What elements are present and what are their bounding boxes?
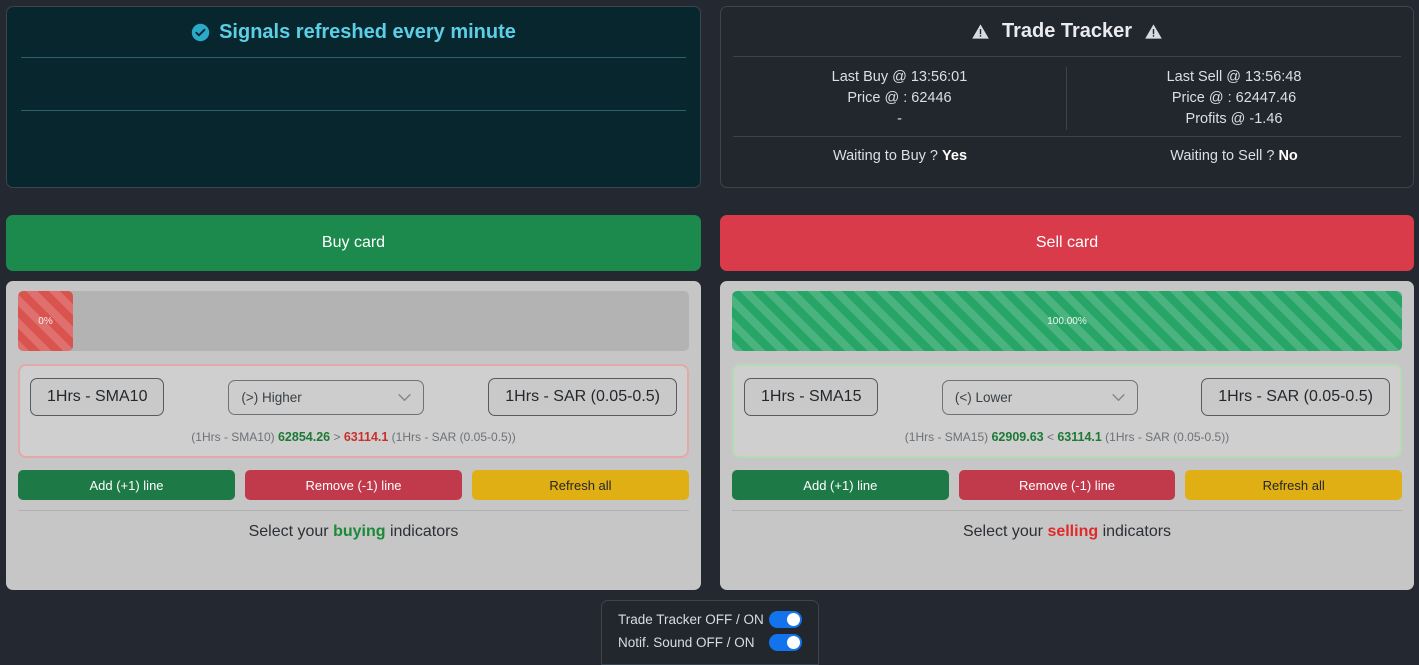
tracker-buy-price: Price @ : 62446 — [847, 90, 952, 106]
sell-panel-footer: Select your selling indicators — [732, 510, 1402, 541]
toggle-knob — [787, 613, 800, 626]
tracker-footer: Waiting to Buy ? Yes Waiting to Sell ? N… — [733, 137, 1401, 164]
buy-refresh-all-button[interactable]: Refresh all — [472, 470, 689, 500]
tracker-sell-profits: Profits @ -1.46 — [1185, 111, 1283, 127]
sell-footer-prefix: Select your — [962, 523, 1043, 540]
sell-value-left-name: (1Hrs - SMA15) — [904, 430, 989, 444]
sell-progress-label: 100.00% — [1047, 315, 1087, 327]
sell-card-panel: 100.00% 1Hrs - SMA15 (<) Lower 1Hrs - SA… — [720, 281, 1414, 590]
buy-value-right-name: (1Hrs - SAR (0.05-0.5)) — [391, 430, 516, 444]
signals-info-text: Signals refreshed every minute — [219, 21, 516, 43]
buy-card-panel: 0% 1Hrs - SMA10 (>) Higher 1Hrs - SAR (0… — [6, 281, 701, 590]
sell-indicator-values: (1Hrs - SMA15) 62909.63 < 63114.1 (1Hrs … — [744, 416, 1390, 450]
sell-comparator-value: (<) Lower — [954, 389, 1013, 405]
tracker-body: Last Buy @ 13:56:01 Price @ : 62446 - La… — [733, 57, 1401, 136]
waiting-to-buy-value: Yes — [942, 148, 968, 164]
buy-indicator-values: (1Hrs - SMA10) 62854.26 > 63114.1 (1Hrs … — [30, 416, 677, 450]
sell-add-line-button[interactable]: Add (+1) line — [732, 470, 949, 500]
buy-progress-fill: 0% — [18, 291, 74, 351]
sell-progress-track: 100.00% — [732, 291, 1402, 351]
buy-comparator-value: (>) Higher — [241, 389, 302, 405]
buy-progress-track: 0% — [18, 291, 689, 351]
notif-sound-toggle-row: Notif. Sound OFF / ON — [618, 634, 802, 651]
buy-comparator-select[interactable]: (>) Higher — [228, 379, 425, 415]
buy-indicator-right-button[interactable]: 1Hrs - SAR (0.05-0.5) — [488, 378, 677, 416]
buy-actions: Add (+1) line Remove (-1) line Refresh a… — [18, 470, 689, 500]
buy-value-left-name: (1Hrs - SMA10) — [191, 430, 275, 444]
waiting-to-buy: Waiting to Buy ? Yes — [733, 137, 1067, 164]
tracker-sell-column: Last Sell @ 13:56:48 Price @ : 62447.46 … — [1067, 67, 1401, 130]
buy-footer-suffix: indicators — [389, 523, 459, 540]
sell-progress-fill: 100.00% — [732, 291, 1402, 351]
trade-tracker-toggle[interactable] — [769, 611, 802, 628]
sell-actions: Add (+1) line Remove (-1) line Refresh a… — [732, 470, 1403, 500]
buy-column: Signals refreshed every minute Buy card … — [6, 6, 701, 590]
sell-card-banner[interactable]: Sell card — [720, 215, 1414, 271]
sell-value-right: 63114.1 — [1057, 430, 1102, 444]
buy-footer-highlight: buying — [333, 523, 386, 540]
warning-triangle-icon — [972, 24, 989, 39]
buy-value-operator: > — [333, 430, 341, 444]
sell-card-banner-label: Sell card — [1035, 234, 1099, 251]
sell-indicator-right-button[interactable]: 1Hrs - SAR (0.05-0.5) — [1201, 378, 1390, 416]
trade-tracker-title: Trade Tracker — [733, 7, 1401, 56]
info-slot-one — [19, 58, 688, 110]
trade-tracker-toggle-row: Trade Tracker OFF / ON — [618, 611, 802, 628]
sell-remove-line-button[interactable]: Remove (-1) line — [958, 470, 1176, 500]
tracker-last-sell: Last Sell @ 13:56:48 — [1166, 69, 1302, 85]
sell-value-left: 62909.63 — [991, 430, 1044, 444]
waiting-to-buy-label: Waiting to Buy ? — [832, 148, 938, 164]
buy-indicator-left-button[interactable]: 1Hrs - SMA10 — [30, 378, 165, 416]
tracker-buy-column: Last Buy @ 13:56:01 Price @ : 62446 - — [733, 67, 1067, 130]
buy-add-line-button[interactable]: Add (+1) line — [18, 470, 235, 500]
buy-card-banner[interactable]: Buy card — [6, 215, 701, 271]
buy-remove-line-button[interactable]: Remove (-1) line — [245, 470, 462, 500]
trade-tracker-card: Trade Tracker Last Buy @ 13:56:01 Price … — [720, 6, 1414, 188]
chevron-down-icon — [1112, 393, 1125, 401]
buy-value-right: 63114.1 — [343, 430, 389, 444]
bottom-toggle-panel: Trade Tracker OFF / ON Notif. Sound OFF … — [601, 600, 819, 665]
tracker-sell-price: Price @ : 62447.46 — [1171, 90, 1297, 106]
buy-panel-footer: Select your buying indicators — [18, 510, 689, 541]
chevron-down-icon — [398, 393, 411, 401]
buy-indicator-controls: 1Hrs - SMA10 (>) Higher 1Hrs - SAR (0.05… — [30, 378, 677, 416]
buy-footer-prefix: Select your — [248, 523, 329, 540]
waiting-to-sell-label: Waiting to Sell ? — [1170, 148, 1275, 164]
sell-indicator-controls: 1Hrs - SMA15 (<) Lower 1Hrs - SAR (0.05-… — [744, 378, 1390, 416]
info-slot-two — [19, 111, 688, 163]
waiting-to-sell: Waiting to Sell ? No — [1067, 137, 1401, 164]
toggle-knob — [787, 636, 800, 649]
check-circle-icon — [191, 23, 210, 42]
sell-indicator-row: 1Hrs - SMA15 (<) Lower 1Hrs - SAR (0.05-… — [732, 364, 1402, 458]
app-root: Signals refreshed every minute Buy card … — [0, 0, 1419, 665]
buy-card-banner-label: Buy card — [321, 234, 386, 251]
signals-info-card: Signals refreshed every minute — [6, 6, 701, 188]
tracker-buy-profits: - — [897, 111, 902, 127]
sell-indicator-left-button[interactable]: 1Hrs - SMA15 — [744, 378, 879, 416]
notif-sound-toggle[interactable] — [769, 634, 802, 651]
sell-comparator-select[interactable]: (<) Lower — [941, 379, 1138, 415]
notif-sound-toggle-label: Notif. Sound OFF / ON — [618, 635, 755, 650]
sell-refresh-all-button[interactable]: Refresh all — [1185, 470, 1403, 500]
trade-tracker-title-text: Trade Tracker — [1001, 20, 1133, 42]
warning-triangle-icon — [1145, 24, 1162, 39]
sell-value-right-name: (1Hrs - SAR (0.05-0.5)) — [1105, 430, 1230, 444]
buy-value-left: 62854.26 — [277, 430, 331, 444]
sell-footer-suffix: indicators — [1102, 523, 1172, 540]
buy-indicator-row: 1Hrs - SMA10 (>) Higher 1Hrs - SAR (0.05… — [18, 364, 689, 458]
buy-progress-label: 0% — [38, 315, 53, 327]
sell-footer-highlight: selling — [1047, 523, 1099, 540]
sell-value-operator: < — [1046, 430, 1054, 444]
sell-column: Trade Tracker Last Buy @ 13:56:01 Price … — [720, 6, 1414, 590]
signals-info-title: Signals refreshed every minute — [19, 7, 688, 57]
trade-tracker-toggle-label: Trade Tracker OFF / ON — [618, 612, 764, 627]
waiting-to-sell-value: No — [1278, 148, 1298, 164]
tracker-last-buy: Last Buy @ 13:56:01 — [831, 69, 968, 85]
